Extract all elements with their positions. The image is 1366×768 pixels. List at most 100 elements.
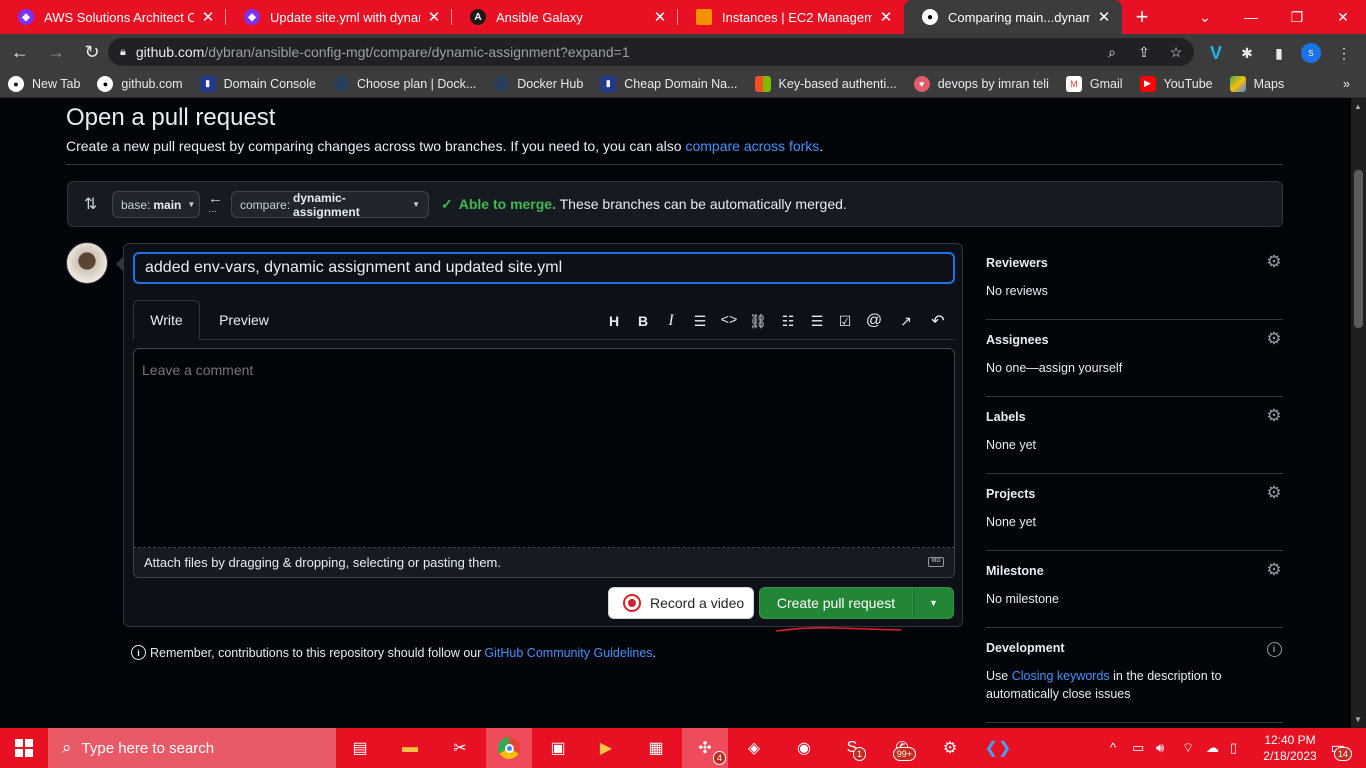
- onedrive-cloud-icon[interactable]: ☁: [1206, 740, 1219, 756]
- vimeo-extension-icon[interactable]: V: [1206, 43, 1226, 63]
- bookmark-item[interactable]: Key-based authenti...: [754, 75, 897, 92]
- taskbar-search[interactable]: ⌕ Type here to search: [48, 728, 336, 768]
- battery-icon[interactable]: ▭: [1132, 740, 1144, 756]
- comment-textarea[interactable]: [133, 348, 955, 548]
- info-icon[interactable]: i: [1265, 640, 1283, 658]
- whatsapp-icon[interactable]: ✆99+: [886, 732, 918, 764]
- gear-icon[interactable]: ⚙: [1265, 483, 1283, 502]
- start-button[interactable]: [0, 728, 48, 768]
- snipping-tool-icon[interactable]: ✂: [444, 732, 476, 764]
- terminal-icon[interactable]: ▦: [640, 732, 672, 764]
- volume-icon[interactable]: 🔊︎: [1156, 740, 1164, 756]
- bold-icon[interactable]: B: [632, 310, 654, 332]
- community-guidelines-link[interactable]: GitHub Community Guidelines: [484, 646, 652, 660]
- compare-across-forks-link[interactable]: compare across forks: [685, 138, 819, 154]
- skype-icon[interactable]: S1: [836, 732, 868, 764]
- closing-keywords-link[interactable]: Closing keywords: [1012, 669, 1110, 683]
- media-player-icon[interactable]: ▶: [590, 732, 622, 764]
- task-view-icon[interactable]: ▤: [344, 732, 376, 764]
- bookmark-item[interactable]: M Gmail: [1065, 75, 1123, 92]
- bookmark-item[interactable]: Docker Hub: [493, 75, 583, 92]
- restore-button[interactable]: ❐: [1274, 0, 1320, 34]
- markdown-icon[interactable]: MD: [928, 557, 944, 567]
- side-panel-icon[interactable]: ▮: [1269, 43, 1289, 63]
- undo-reply-icon[interactable]: ↶: [927, 310, 949, 332]
- task-list-icon[interactable]: ☑: [834, 310, 856, 332]
- window-close-button[interactable]: ✕: [1320, 0, 1366, 34]
- browser-tab[interactable]: ◆ Update site.yml with dynamic ✕: [226, 0, 452, 34]
- italic-icon[interactable]: I: [660, 310, 682, 332]
- close-icon[interactable]: ✕: [200, 8, 216, 26]
- bookmark-item[interactable]: Choose plan | Dock...: [333, 75, 476, 92]
- close-icon[interactable]: ✕: [878, 8, 894, 26]
- cross-reference-icon[interactable]: ↗: [895, 310, 917, 332]
- system-clock[interactable]: 12:40 PM 2/18/2023: [1254, 732, 1326, 764]
- wifi-icon[interactable]: ⌔: [1182, 740, 1194, 756]
- base-branch-selector[interactable]: base: main ▼: [112, 191, 200, 218]
- record-video-button[interactable]: Record a video: [608, 587, 754, 619]
- slack-icon[interactable]: ✣ 4: [682, 728, 728, 768]
- bullet-list-icon[interactable]: ☷: [777, 310, 799, 332]
- gear-icon[interactable]: ⚙: [1265, 329, 1283, 348]
- bookmark-item[interactable]: ● New Tab: [8, 75, 80, 92]
- create-options-dropdown[interactable]: ▼: [913, 587, 954, 619]
- browser-tab-active[interactable]: ● Comparing main...dynamic-a ✕: [904, 0, 1122, 34]
- gear-icon[interactable]: ⚙: [1265, 252, 1283, 271]
- bookmark-item[interactable]: ● github.com: [97, 75, 183, 92]
- url-bar[interactable]: 🔒︎ github.com /dybran/ansible-config-mgt…: [108, 38, 1194, 66]
- quote-icon[interactable]: ☰: [689, 310, 711, 332]
- create-pull-request-button[interactable]: Create pull request: [759, 587, 913, 619]
- extensions-puzzle-icon[interactable]: ✱: [1237, 43, 1257, 63]
- browser-tab[interactable]: A Ansible Galaxy ✕: [452, 0, 678, 34]
- scrollbar-thumb[interactable]: [1354, 170, 1363, 328]
- share-icon[interactable]: ⇪: [1132, 42, 1156, 62]
- gear-icon[interactable]: ⚙: [1265, 560, 1283, 579]
- tab-search-chevron-icon[interactable]: ⌄: [1182, 0, 1228, 34]
- device-icon[interactable]: ▯: [1230, 740, 1237, 756]
- reload-button[interactable]: ↻: [76, 36, 108, 68]
- settings-gear-icon[interactable]: ⚙: [934, 732, 966, 764]
- code-icon[interactable]: <>: [718, 310, 740, 332]
- notification-center-icon[interactable]: ▭14: [1322, 732, 1354, 764]
- pr-title-input[interactable]: [133, 252, 955, 284]
- new-tab-button[interactable]: +: [1122, 0, 1162, 34]
- page-scrollbar[interactable]: ▲ ▼: [1351, 98, 1366, 728]
- attach-files-bar[interactable]: Attach files by dragging & dropping, sel…: [133, 548, 955, 578]
- more-bookmarks-chevron-icon[interactable]: »: [1343, 77, 1350, 91]
- ubuntu-icon[interactable]: ◉: [788, 732, 820, 764]
- tab-preview[interactable]: Preview: [209, 300, 279, 340]
- chrome-taskbar-icon[interactable]: [486, 728, 532, 768]
- tab-write[interactable]: Write: [133, 300, 200, 340]
- numbered-list-icon[interactable]: ☰: [806, 310, 828, 332]
- scroll-down-icon[interactable]: ▼: [1354, 715, 1362, 724]
- chrome-menu-icon[interactable]: ⋮: [1334, 43, 1354, 63]
- bookmark-star-icon[interactable]: ☆: [1164, 42, 1188, 62]
- bookmark-item[interactable]: ▮ Cheap Domain Na...: [600, 75, 738, 92]
- profile-avatar[interactable]: s: [1301, 43, 1321, 63]
- file-explorer-icon[interactable]: ▬: [394, 732, 426, 764]
- scroll-up-icon[interactable]: ▲: [1354, 102, 1362, 111]
- browser-tab[interactable]: ◆ AWS Solutions Architect Certi ✕: [0, 0, 226, 34]
- bookmark-item[interactable]: ♥ devops by imran teli: [913, 75, 1049, 92]
- photos-icon[interactable]: ▣: [542, 732, 574, 764]
- sidebar-value[interactable]: No one—assign yourself: [986, 359, 1122, 377]
- user-avatar[interactable]: [66, 242, 108, 284]
- close-icon[interactable]: ✕: [426, 8, 442, 26]
- heading-icon[interactable]: H: [603, 310, 625, 332]
- show-hidden-icons-chevron-icon[interactable]: ^: [1110, 740, 1116, 755]
- vscode-icon[interactable]: ❮❯: [982, 732, 1014, 764]
- bookmark-item[interactable]: ▶ YouTube: [1139, 75, 1213, 92]
- back-button[interactable]: ←: [4, 36, 36, 68]
- sourcetree-icon[interactable]: ◈: [738, 732, 770, 764]
- browser-tab[interactable]: Instances | EC2 Management ✕: [678, 0, 904, 34]
- close-icon[interactable]: ✕: [652, 8, 668, 26]
- compare-branch-selector[interactable]: compare: dynamic-assignment ▼: [231, 191, 429, 219]
- bookmark-item[interactable]: ▮ Domain Console: [199, 75, 316, 92]
- mention-icon[interactable]: @: [863, 310, 885, 332]
- link-icon[interactable]: ⛓: [747, 310, 769, 332]
- close-icon[interactable]: ✕: [1096, 8, 1112, 26]
- gear-icon[interactable]: ⚙: [1265, 406, 1283, 425]
- search-icon[interactable]: ⌕: [1100, 42, 1124, 62]
- bookmark-item[interactable]: Maps: [1229, 75, 1284, 92]
- forward-button[interactable]: →: [40, 36, 72, 68]
